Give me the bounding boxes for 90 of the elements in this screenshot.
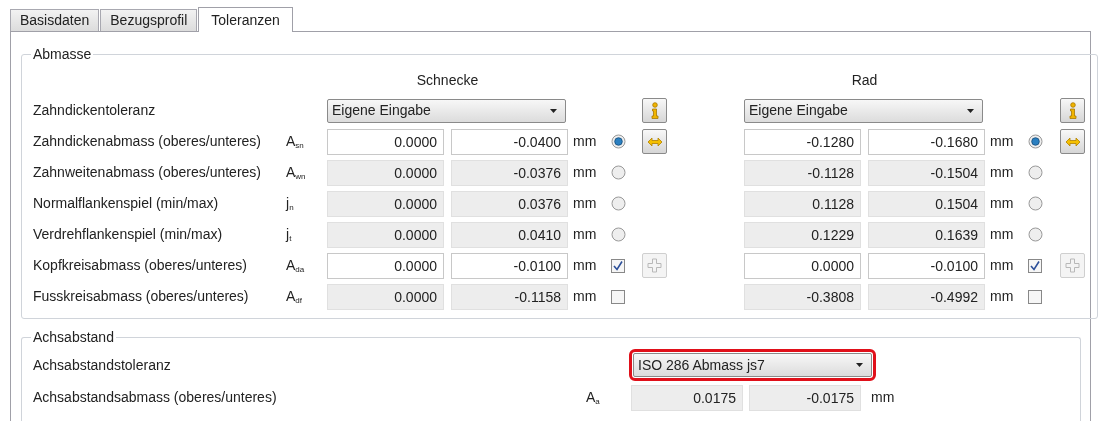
input-field[interactable]: 0.0175 (631, 384, 743, 411)
checkbox[interactable] (611, 258, 625, 273)
checkbox[interactable] (1028, 258, 1042, 273)
input-field[interactable]: -0.3808 (744, 283, 861, 310)
checkbox[interactable] (1028, 289, 1042, 304)
unit-label: mm (990, 133, 1014, 149)
symbol-label: j$_{t}$ (286, 226, 292, 242)
group-title: Achsabstand (32, 328, 115, 347)
tab[interactable]: Bezugsprofil (100, 9, 198, 31)
input-field[interactable]: -0.1128 (744, 159, 861, 186)
input-field[interactable]: 0.0000 (327, 190, 444, 217)
symbol-label: A$_{a}$ (586, 389, 600, 405)
input-field[interactable]: 0.0000 (327, 159, 444, 186)
radio-button[interactable] (611, 165, 626, 180)
input-field[interactable]: 0.0376 (451, 190, 568, 217)
input-field[interactable]: -0.0400 (451, 128, 568, 155)
input-field[interactable]: 0.0000 (327, 283, 444, 310)
radio-button[interactable] (611, 196, 626, 211)
unit-label: mm (990, 257, 1014, 273)
info-button[interactable] (642, 98, 667, 123)
radio-button[interactable] (611, 134, 626, 149)
radio-button[interactable] (1028, 134, 1043, 149)
row-label: Zahndickentoleranz (33, 101, 157, 120)
dropdown[interactable]: Eigene Eingabe (327, 98, 566, 123)
tab[interactable]: Toleranzen (198, 7, 293, 32)
row-label: Zahnweitenabmass (oberes/unteres) (33, 163, 262, 182)
info-icon (649, 102, 660, 119)
input-field[interactable]: 0.0000 (327, 252, 444, 279)
double-arrow-icon (1064, 136, 1081, 147)
input-field[interactable]: -0.1158 (451, 283, 568, 310)
caret-icon (856, 363, 863, 367)
caret-icon (550, 108, 557, 113)
input-field[interactable]: -0.1504 (868, 159, 985, 186)
unit-label: mm (573, 288, 597, 304)
info-icon (1067, 102, 1078, 119)
unit-label: mm (990, 226, 1014, 242)
caret-icon (967, 108, 974, 113)
radio-button[interactable] (1028, 227, 1043, 242)
symbol-label: A$_{sn}$ (286, 133, 304, 149)
unit-label: mm (990, 164, 1014, 180)
unit-label: mm (870, 388, 895, 407)
column-heading: Rad (851, 70, 878, 90)
tab[interactable]: Basisdaten (10, 9, 100, 31)
input-field[interactable]: -0.0100 (868, 252, 985, 279)
radio-button[interactable] (611, 227, 626, 242)
info-button[interactable] (1060, 98, 1085, 123)
row-label: Normalflankenspiel (min/max) (33, 194, 220, 213)
unit-label: mm (573, 133, 597, 149)
dropdown[interactable]: ISO 286 Abmass js7 (633, 353, 872, 377)
row-label: Zahndickenabmass (oberes/unteres) (33, 132, 262, 151)
unit-label: mm (990, 288, 1014, 304)
row-label: Achsabstandstoleranz (33, 355, 172, 375)
input-field[interactable]: 0.1229 (744, 221, 861, 248)
column-heading: Schnecke (416, 70, 479, 90)
swap-button[interactable] (642, 129, 667, 154)
plus-icon (647, 258, 662, 273)
input-field[interactable]: -0.0376 (451, 159, 568, 186)
double-arrow-icon (646, 136, 663, 147)
radio-button[interactable] (1028, 196, 1043, 211)
input-field[interactable]: 0.0000 (327, 221, 444, 248)
plus-icon (1065, 258, 1080, 273)
input-field[interactable]: 0.1128 (744, 190, 861, 217)
unit-label: mm (573, 257, 597, 273)
symbol-label: j$_{n}$ (286, 195, 294, 211)
row-label: Achsabstandsabmass (oberes/unteres) (33, 388, 278, 407)
row-label: Fusskreisabmass (oberes/unteres) (33, 287, 250, 306)
row-label: Verdrehflankenspiel (min/max) (33, 225, 224, 244)
input-field[interactable]: -0.0100 (451, 252, 568, 279)
swap-button[interactable] (1060, 129, 1085, 154)
unit-label: mm (990, 195, 1014, 211)
dropdown[interactable]: Eigene Eingabe (744, 98, 983, 123)
input-field[interactable]: 0.1504 (868, 190, 985, 217)
input-field[interactable]: -0.1280 (744, 128, 861, 155)
unit-label: mm (573, 195, 597, 211)
input-field[interactable]: -0.1680 (868, 128, 985, 155)
symbol-label: A$_{df}$ (286, 288, 302, 304)
symbol-label: A$_{da}$ (286, 257, 305, 273)
radio-button[interactable] (1028, 165, 1043, 180)
input-field[interactable]: 0.0000 (744, 252, 861, 279)
symbol-label: A$_{wn}$ (286, 164, 306, 180)
group-title: Abmasse (32, 45, 93, 64)
unit-label: mm (573, 164, 597, 180)
input-field[interactable]: 0.0410 (451, 221, 568, 248)
checkbox[interactable] (611, 289, 625, 304)
unit-label: mm (573, 226, 597, 242)
input-field[interactable]: 0.1639 (868, 221, 985, 248)
row-label: Kopfkreisabmass (oberes/unteres) (33, 256, 248, 275)
input-field[interactable]: -0.4992 (868, 283, 985, 310)
input-field[interactable]: 0.0000 (327, 128, 444, 155)
input-field[interactable]: -0.0175 (749, 384, 861, 411)
